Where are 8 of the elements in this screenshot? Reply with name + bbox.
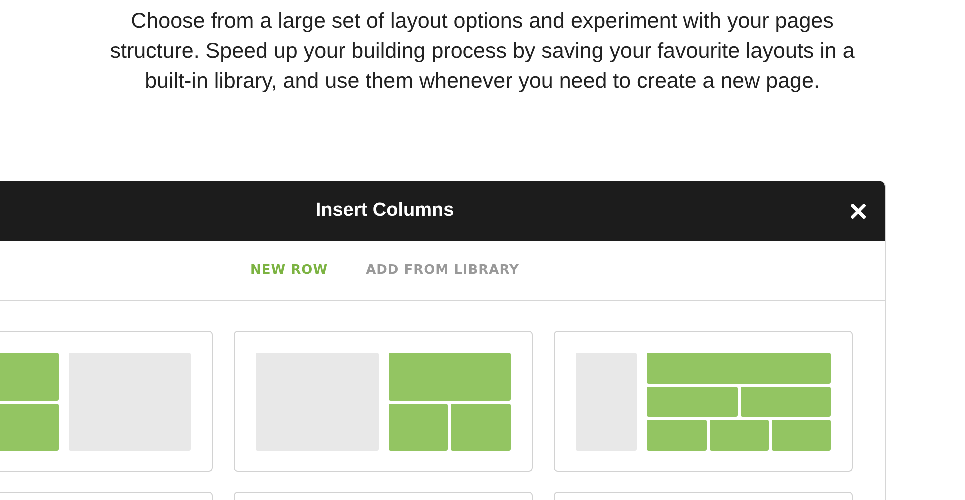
- intro-paragraph: Choose from a large set of layout options and experiment with your pages structure. Speed up your building process by saving your favourite layouts in a built-in library, and use them whenever you need to create a new page.: [109, 8, 856, 95]
- dialog-tab[interactable]: ADD FROM LIBRARY: [366, 263, 520, 278]
- layout-card[interactable]: [0, 331, 213, 472]
- dialog-title: Insert Columns: [316, 200, 454, 222]
- dialog-tab[interactable]: NEW ROW: [250, 263, 328, 278]
- layout-card[interactable]: [554, 331, 853, 472]
- close-icon[interactable]: [851, 204, 866, 219]
- layout-card[interactable]: [234, 331, 533, 472]
